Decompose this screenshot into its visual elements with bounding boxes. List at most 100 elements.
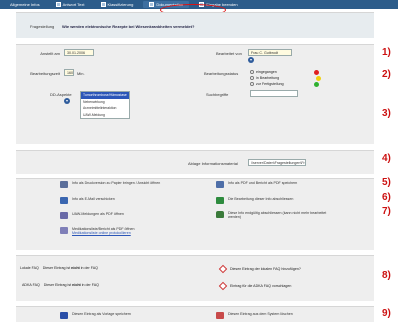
- email-icon: [60, 197, 68, 204]
- info-storage-label: Ablage Informationsmaterial: [188, 161, 238, 166]
- radio-dot: [250, 82, 254, 86]
- question-text: Wie werden elektronische Rezepte bei Wie…: [62, 24, 195, 29]
- lock-icon: [216, 211, 224, 218]
- bottom-panel: Diesen Eintrag als Vorlage speichern Die…: [16, 306, 374, 322]
- aspects-add-button[interactable]: [64, 98, 70, 104]
- save-template-action[interactable]: Diesen Eintrag als Vorlage speichern: [60, 312, 180, 319]
- local-faq-add-action[interactable]: Diesen Eintrag der lokalen FAQ hinzufüge…: [218, 264, 301, 274]
- action-text: Diesen Eintrag als Vorlage speichern: [72, 312, 131, 316]
- adka-faq-suggest-action[interactable]: Eintrag für die ADKA FAQ vorschlagen: [218, 281, 292, 291]
- listbox-option[interactable]: UAW-Meldung: [81, 112, 129, 119]
- aspects-listbox[interactable]: Tumorthrombose/Hämostase Nebenwirkung Ar…: [80, 91, 130, 119]
- created-label: Anstellt am: [40, 51, 60, 56]
- keywords-input[interactable]: [250, 90, 298, 97]
- medication-protocol-link[interactable]: Medikationsliste online protokollieren: [72, 231, 134, 235]
- faq-status-end: in der FAQ: [80, 266, 98, 270]
- faq-label: Lokale FAQ: [20, 266, 39, 270]
- faq-status: Dieser Eintrag ist nicht in der FAQ: [44, 283, 99, 287]
- action-text: Die Bearbeitung dieser Info abschliessen: [228, 197, 294, 201]
- faq-status-text: Dieser Eintrag ist: [43, 283, 72, 287]
- marker-1: 1): [382, 47, 391, 58]
- marker-5: 5): [382, 177, 391, 188]
- tab-label: Allgemeine Infos: [10, 2, 40, 7]
- local-faq-row: Lokale FAQ Dieser Eintrag ist nicht in d…: [20, 266, 98, 270]
- faq-panel: Lokale FAQ Dieser Eintrag ist nicht in d…: [16, 255, 374, 301]
- editor-dropdown-button[interactable]: [248, 57, 254, 63]
- actions-panel: Info als Druckversion zu Papier bringen …: [16, 178, 374, 250]
- status-radio-received[interactable]: eingegangen: [250, 70, 277, 74]
- tag-icon: [100, 2, 106, 7]
- uaw-pdf-action[interactable]: UAW-Meldungen als PDF öffnen: [60, 212, 170, 219]
- folder-icon: [149, 2, 155, 7]
- faq-action-text: Diesen Eintrag der lokalen FAQ hinzufüge…: [230, 267, 301, 271]
- faq-status-text: Dieser Eintrag ist: [42, 266, 71, 270]
- status-light-yellow: [316, 76, 321, 81]
- faq-action-text: Eintrag für die ADKA FAQ vorschlagen: [230, 284, 292, 288]
- report-icon: [60, 212, 68, 219]
- pdf-icon: [60, 227, 68, 234]
- faq-status-bold: nicht: [72, 283, 81, 287]
- faq-status-end: in der FAQ: [81, 283, 99, 287]
- listbox-option[interactable]: Tumorthrombose/Hämostase: [81, 92, 129, 99]
- status-radio-finalize[interactable]: zur Fertigstellung: [250, 82, 284, 86]
- radio-dot: [250, 76, 254, 80]
- tab-label: Klassifizierung: [107, 2, 134, 7]
- faq-status-bold: nicht: [71, 266, 80, 270]
- action-text: Medikationsliste/Bericht als PDF öffnen …: [72, 227, 134, 235]
- details-panel: Anstellt am 30.01.2006 Bearbeitet von Fr…: [16, 44, 374, 144]
- status-light-red: [314, 70, 319, 75]
- tab-answer-text[interactable]: Antwort Text: [50, 1, 91, 8]
- status-light-green: [314, 82, 319, 87]
- finish-edit-action[interactable]: Die Bearbeitung dieser Info abschliessen: [216, 197, 336, 204]
- action-text: Diese Info endgültig abschliessen (kann …: [228, 211, 327, 220]
- tab-general-info[interactable]: Allgemeine Infos: [4, 1, 46, 8]
- info-storage-panel: Ablage Informationsmaterial \\server\Dat…: [16, 150, 374, 174]
- aspects-label: DD-Aspekte: [50, 92, 72, 97]
- marker-7: 7): [382, 206, 391, 217]
- info-storage-input[interactable]: \\server\Daten\Fragestellungen\Frage Nr.…: [248, 159, 306, 166]
- save-pdf-action[interactable]: Info als PDF und Bericht als PDF speiche…: [216, 181, 336, 188]
- status-label: Bearbeitungsstatus: [204, 71, 239, 76]
- action-text: Info als PDF und Bericht als PDF speiche…: [228, 181, 298, 185]
- pdf-view-icon: [216, 181, 224, 188]
- tab-label: Antwort Text: [62, 2, 85, 7]
- print-icon: [60, 181, 68, 188]
- medication-pdf-action[interactable]: Medikationsliste/Bericht als PDF öffnen …: [60, 227, 170, 235]
- faq-status: Dieser Eintrag ist nicht in der FAQ: [43, 266, 98, 270]
- faq-label: ADKA FAQ: [22, 283, 40, 287]
- editor-label: Bearbeitet von: [216, 51, 242, 56]
- status-option: zur Fertigstellung: [256, 82, 284, 86]
- status-radio-in-progress[interactable]: in Bearbeitung: [250, 76, 279, 80]
- effort-label: Bearbeitungszeit: [30, 71, 60, 76]
- question-label: Fragestellung: [30, 24, 55, 29]
- action-text: Diesen Eintrag aus dem System löschen: [228, 312, 293, 316]
- add-faq-icon: [218, 264, 228, 274]
- document-icon: [55, 2, 61, 7]
- created-date-input[interactable]: 30.01.2006: [64, 49, 94, 56]
- effort-input[interactable]: 160: [64, 69, 74, 76]
- keywords-label: Suchbegriffe: [206, 92, 229, 97]
- effort-unit: Min.: [77, 71, 85, 76]
- action-text: Info als Druckversion zu Papier bringen …: [72, 181, 161, 185]
- delete-icon: [216, 312, 224, 319]
- tab-classification[interactable]: Klassifizierung: [95, 1, 140, 8]
- delete-entry-action[interactable]: Diesen Eintrag aus dem System löschen: [216, 312, 336, 319]
- status-option: in Bearbeitung: [256, 76, 280, 80]
- editor-select[interactable]: Frau C. Gutbrodt: [248, 49, 292, 56]
- final-close-action[interactable]: Diese Info endgültig abschliessen (kann …: [216, 211, 336, 219]
- status-option: eingegangen: [256, 70, 277, 74]
- marker-3: 3): [382, 108, 391, 119]
- suggest-faq-icon: [218, 281, 228, 291]
- radio-dot: [250, 70, 254, 74]
- marker-4: 4): [382, 153, 391, 164]
- marker-9: 9): [382, 308, 391, 319]
- marker-8: 8): [382, 270, 391, 281]
- adka-faq-row: ADKA FAQ Dieser Eintrag ist nicht in der…: [22, 283, 99, 287]
- question-panel: Fragestellung Wie werden elektronische R…: [16, 12, 374, 38]
- save-icon: [60, 312, 68, 319]
- marker-2: 2): [382, 69, 391, 80]
- action-text: UAW-Meldungen als PDF öffnen: [72, 212, 124, 216]
- email-action[interactable]: Info als E-Mail verschicken: [60, 197, 170, 204]
- print-action[interactable]: Info als Druckversion zu Papier bringen …: [60, 181, 170, 188]
- marker-6: 6): [382, 192, 391, 203]
